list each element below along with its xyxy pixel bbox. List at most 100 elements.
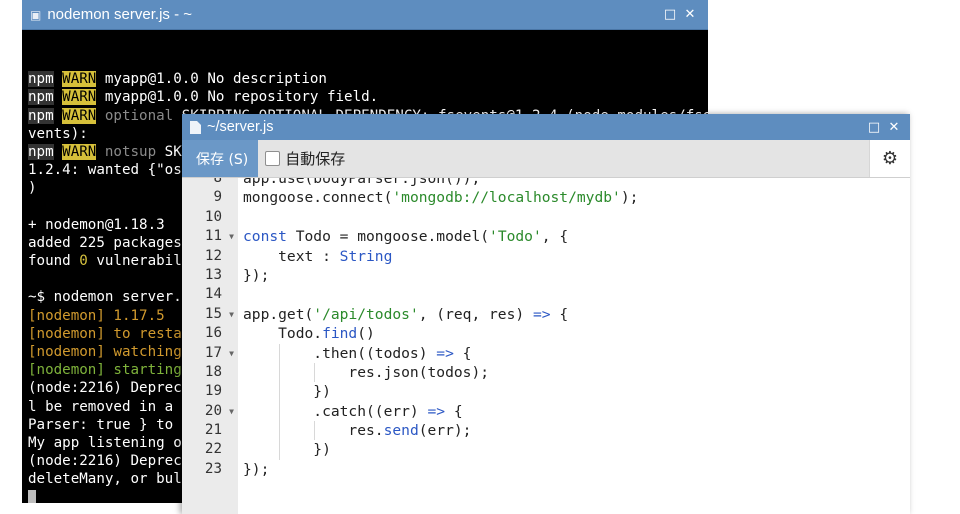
code-line-text: .then((todos) => {: [238, 345, 471, 362]
line-number: 20 ▼: [182, 402, 238, 421]
code-token: );: [620, 189, 639, 207]
code-token: (): [357, 325, 375, 343]
code-line-text: });: [238, 267, 269, 284]
line-number-text: 20: [204, 402, 222, 419]
terminal-text: myapp@1.0.0 No repository field.: [96, 89, 379, 106]
line-number-text: 23: [204, 460, 222, 477]
code-token: , {: [541, 228, 569, 246]
fold-arrow-icon[interactable]: ▼: [229, 305, 234, 324]
line-number: 10: [182, 208, 238, 227]
indent-guide: [314, 362, 315, 383]
terminal-text: 0: [79, 253, 88, 270]
line-number-text: 16: [204, 325, 222, 342]
fold-arrow-icon[interactable]: ▼: [229, 227, 234, 246]
code-token: {: [453, 344, 472, 362]
line-number-text: 9: [213, 189, 222, 206]
code-line-text: }): [238, 383, 331, 400]
code-token: find: [322, 325, 358, 343]
code-line: app.get('/api/todos', (req, res) => {: [238, 305, 910, 324]
code-line: .catch((err) => {: [238, 401, 910, 422]
code-line-text: });: [238, 461, 269, 478]
line-number-text: 22: [204, 441, 222, 458]
line-number-text: 17: [204, 344, 222, 361]
indent-guide: [279, 362, 280, 383]
terminal-text: + nodemon@1.18.3: [28, 216, 165, 233]
line-number-text: 15: [204, 305, 222, 322]
code-line: Todo.find(): [238, 324, 910, 343]
code-token: });: [243, 266, 270, 284]
code-text[interactable]: app.use(bodyParser.json()); mongoose.conn…: [238, 178, 910, 479]
editor-titlebar[interactable]: ~/server.js □ ✕: [182, 114, 910, 140]
code-line: const Todo = mongoose.model('Todo', {: [238, 227, 910, 246]
line-number-text: 12: [204, 247, 222, 264]
code-line-text: Todo.find(): [238, 325, 375, 342]
code-line-text: app.get('/api/todos', (req, res) => {: [238, 306, 568, 323]
code-token: {: [445, 402, 463, 420]
code-editor[interactable]: 8 9 10 11 ▼ 12 13 14 15 ▼ 16 17 ▼ 18 19 20 ▼ 21 22 23 app.u…: [182, 178, 910, 514]
gear-icon[interactable]: ⚙: [869, 140, 910, 177]
line-number-text: 19: [204, 383, 222, 400]
autosave-checkbox[interactable]: [265, 151, 281, 166]
code-token: String: [339, 247, 393, 265]
code-token: =>: [427, 402, 446, 420]
code-line-text: res.json(todos);: [238, 364, 489, 381]
terminal-text: ): [28, 180, 37, 197]
terminal-text: found: [28, 253, 80, 270]
code-line: .then((todos) => {: [238, 343, 910, 363]
terminal-text: npm: [28, 71, 54, 88]
code-token: =>: [532, 305, 551, 323]
code-token: '/api/todos': [313, 305, 419, 323]
editor-window: ~/server.js □ ✕ 保存 (S) 自動保存 ⚙ 8 9 10 11 ▼ 12 1…: [182, 114, 910, 514]
line-number-text: 8: [213, 178, 222, 186]
line-number: 23: [182, 460, 238, 479]
code-line-text: }): [238, 441, 331, 458]
code-token: mongoose.connect(: [243, 189, 393, 207]
terminal-titlebar[interactable]: ▣ nodemon server.js - ~ □ ✕: [22, 0, 708, 30]
terminal-title: nodemon server.js - ~: [47, 6, 192, 23]
line-number-text: 14: [204, 286, 222, 303]
line-number: 19: [182, 382, 238, 401]
close-icon[interactable]: ✕: [884, 120, 904, 135]
maximize-icon[interactable]: □: [864, 120, 884, 135]
terminal-text: npm: [28, 89, 54, 106]
editor-toolbar: 保存 (S) 自動保存 ⚙: [182, 140, 910, 178]
autosave-toggle[interactable]: 自動保存: [265, 148, 345, 169]
code-line-text: app.use(bodyParser.json());: [238, 178, 480, 187]
close-icon[interactable]: ✕: [680, 7, 700, 22]
terminal-text: WARN: [62, 107, 97, 124]
terminal-text: npm: [28, 107, 54, 124]
code-line: });: [238, 460, 910, 479]
indent-guide: [279, 421, 280, 441]
save-button[interactable]: 保存 (S): [182, 140, 259, 177]
indent-guide: [279, 401, 280, 422]
terminal-text: WARN: [62, 71, 97, 88]
line-number: 16: [182, 324, 238, 343]
code-token: }): [243, 441, 331, 459]
line-number: 22: [182, 440, 238, 459]
fold-arrow-icon[interactable]: ▼: [229, 344, 234, 363]
code-line-text: .catch((err) => {: [238, 402, 463, 420]
code-line: }): [238, 382, 910, 402]
fold-arrow-icon[interactable]: ▼: [229, 402, 234, 421]
line-number: 18: [182, 363, 238, 382]
line-number: 17 ▼: [182, 344, 238, 363]
line-number-text: 18: [204, 363, 222, 380]
line-number-text: 21: [204, 422, 222, 439]
terminal-text: optional: [96, 107, 174, 124]
terminal-text: npm: [28, 143, 54, 160]
line-number-text: 13: [204, 266, 222, 283]
terminal-text: WARN: [62, 143, 97, 160]
maximize-icon[interactable]: □: [660, 7, 680, 22]
code-line-text: text : String: [238, 248, 392, 265]
terminal-line: npm WARN myapp@1.0.0 No description: [28, 70, 708, 88]
line-number: 12: [182, 247, 238, 266]
code-token: 'mongodb://localhost/mydb': [392, 189, 621, 207]
terminal-cursor: [28, 489, 36, 503]
code-token: send: [383, 422, 419, 440]
line-number-text: 11: [204, 228, 222, 245]
terminal-text: notsup: [96, 143, 157, 160]
